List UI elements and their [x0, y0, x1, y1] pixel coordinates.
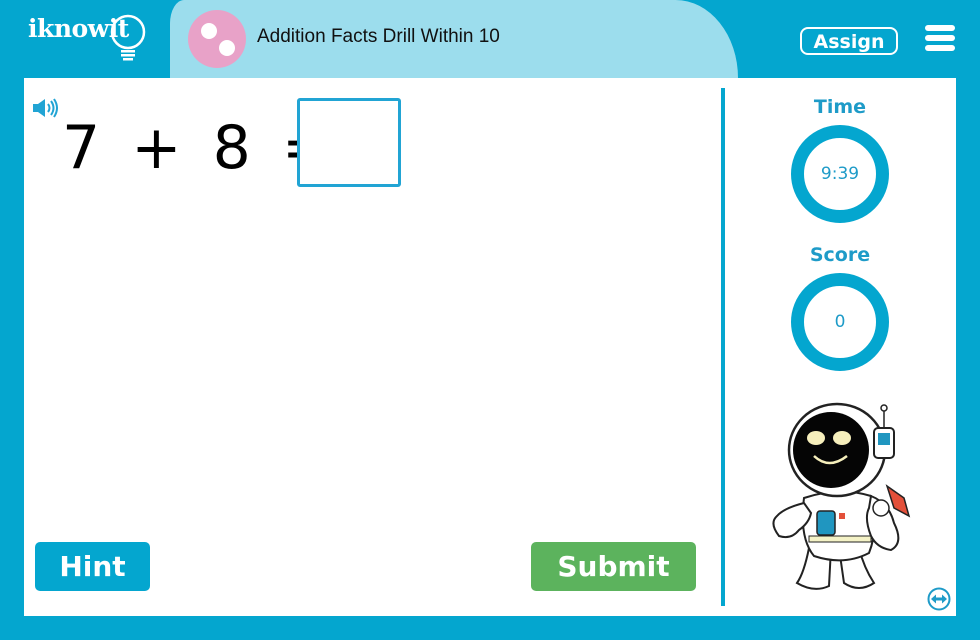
astronaut-mascot	[772, 402, 911, 590]
swap-horizontal-icon[interactable]	[927, 587, 951, 611]
speaker-icon[interactable]	[32, 98, 60, 118]
hint-button[interactable]: Hint	[35, 542, 150, 591]
assign-button[interactable]: Assign	[800, 27, 898, 55]
lesson-title: Addition Facts Drill Within 10	[257, 26, 500, 47]
score-label: Score	[809, 244, 871, 266]
time-value: 9:39	[820, 164, 860, 184]
time-label: Time	[813, 96, 867, 118]
score-value: 0	[834, 312, 846, 332]
top-bar: iknowit Addition Facts Drill Within 10 A…	[0, 0, 980, 78]
lightbulb-icon	[110, 14, 146, 61]
submit-button[interactable]: Submit	[531, 542, 696, 591]
score-ring: 0	[791, 273, 889, 371]
panel-divider	[721, 88, 725, 606]
time-ring: 9:39	[791, 125, 889, 223]
hamburger-menu-icon[interactable]	[925, 25, 955, 53]
operator: +	[131, 113, 182, 183]
answer-input[interactable]	[297, 98, 401, 187]
operand-b: 8	[212, 113, 251, 183]
lesson-badge-icon	[188, 10, 246, 68]
main-panel: 7 + 8 = Hint Submit Time 9:39 Score 0	[24, 78, 956, 616]
iknowit-logo[interactable]: iknowit	[28, 14, 146, 64]
operand-a: 7	[62, 113, 101, 183]
